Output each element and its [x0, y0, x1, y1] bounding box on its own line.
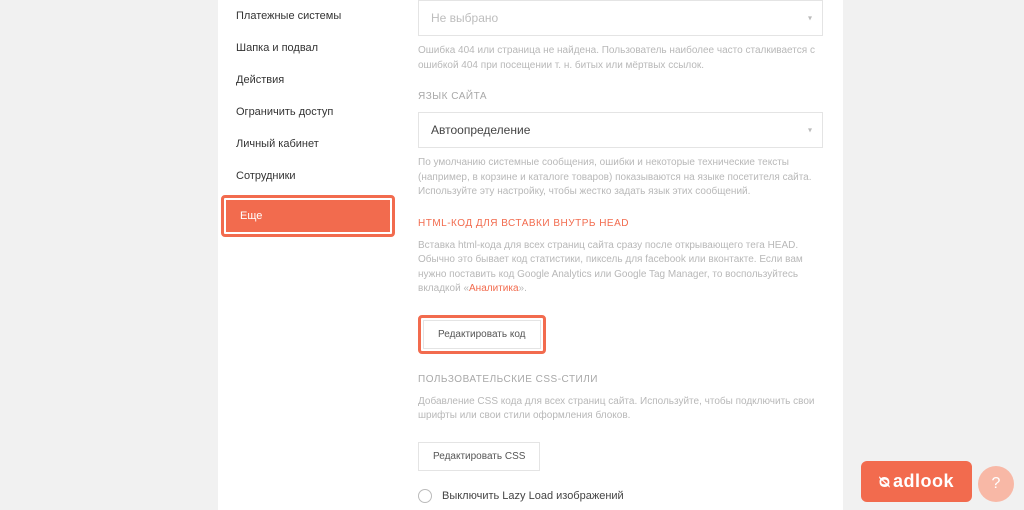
radio-icon	[418, 489, 432, 503]
sidebar: Платежные системы Шапка и подвал Действи…	[218, 0, 398, 510]
help-fab[interactable]: ?	[978, 466, 1014, 502]
select-language[interactable]: Автоопределение ▾	[418, 112, 823, 148]
select-value: Не выбрано	[431, 11, 498, 25]
select-404-page[interactable]: Не выбрано ▾	[418, 0, 823, 36]
section-label-head: HTML-КОД ДЛЯ ВСТАВКИ ВНУТРЬ HEAD	[418, 218, 823, 229]
select-value: Автоопределение	[431, 123, 530, 137]
section-label-css: ПОЛЬЗОВАТЕЛЬСКИЕ CSS-СТИЛИ	[418, 374, 823, 385]
adlook-text: adlook	[893, 471, 954, 492]
chevron-down-icon: ▾	[808, 126, 812, 135]
sidebar-item-label: Действия	[236, 74, 284, 86]
help-css: Добавление CSS кода для всех страниц сай…	[418, 395, 823, 424]
sidebar-item-header-footer[interactable]: Шапка и подвал	[218, 32, 398, 64]
sidebar-item-account[interactable]: Личный кабинет	[218, 128, 398, 160]
sidebar-item-employees[interactable]: Сотрудники	[218, 160, 398, 192]
sidebar-item-label: Шапка и подвал	[236, 42, 318, 54]
question-icon: ?	[992, 475, 1001, 493]
analytics-link[interactable]: Аналитика	[469, 283, 519, 294]
help-language: По умолчанию системные сообщения, ошибки…	[418, 156, 823, 200]
main-content: Не выбрано ▾ Ошибка 404 или страница не …	[398, 0, 843, 510]
edit-code-button[interactable]: Редактировать код	[423, 320, 541, 349]
adlook-logo-icon: ᴓ	[879, 471, 889, 492]
sidebar-item-more[interactable]: Еще	[218, 192, 398, 240]
radio-label: Выключить Lazy Load изображений	[442, 490, 624, 502]
toggle-lazyload[interactable]: Выключить Lazy Load изображений	[418, 489, 823, 503]
sidebar-item-label: Ограничить доступ	[236, 106, 333, 118]
edit-code-highlight: Редактировать код	[418, 315, 546, 354]
help-404: Ошибка 404 или страница не найдена. Поль…	[418, 44, 823, 73]
sidebar-item-label: Сотрудники	[236, 170, 296, 182]
sidebar-item-label: Личный кабинет	[236, 138, 319, 150]
adlook-badge[interactable]: ᴓadlook	[861, 461, 972, 502]
edit-css-button[interactable]: Редактировать CSS	[418, 442, 540, 471]
chevron-down-icon: ▾	[808, 14, 812, 23]
settings-panel: Платежные системы Шапка и подвал Действи…	[218, 0, 843, 510]
sidebar-item-label: Еще	[226, 200, 390, 232]
sidebar-item-restrict[interactable]: Ограничить доступ	[218, 96, 398, 128]
help-head: Вставка html-кода для всех страниц сайта…	[418, 239, 823, 297]
sidebar-item-payments[interactable]: Платежные системы	[218, 0, 398, 32]
sidebar-item-label: Платежные системы	[236, 10, 341, 22]
section-label-language: ЯЗЫК САЙТА	[418, 91, 823, 102]
sidebar-item-actions[interactable]: Действия	[218, 64, 398, 96]
